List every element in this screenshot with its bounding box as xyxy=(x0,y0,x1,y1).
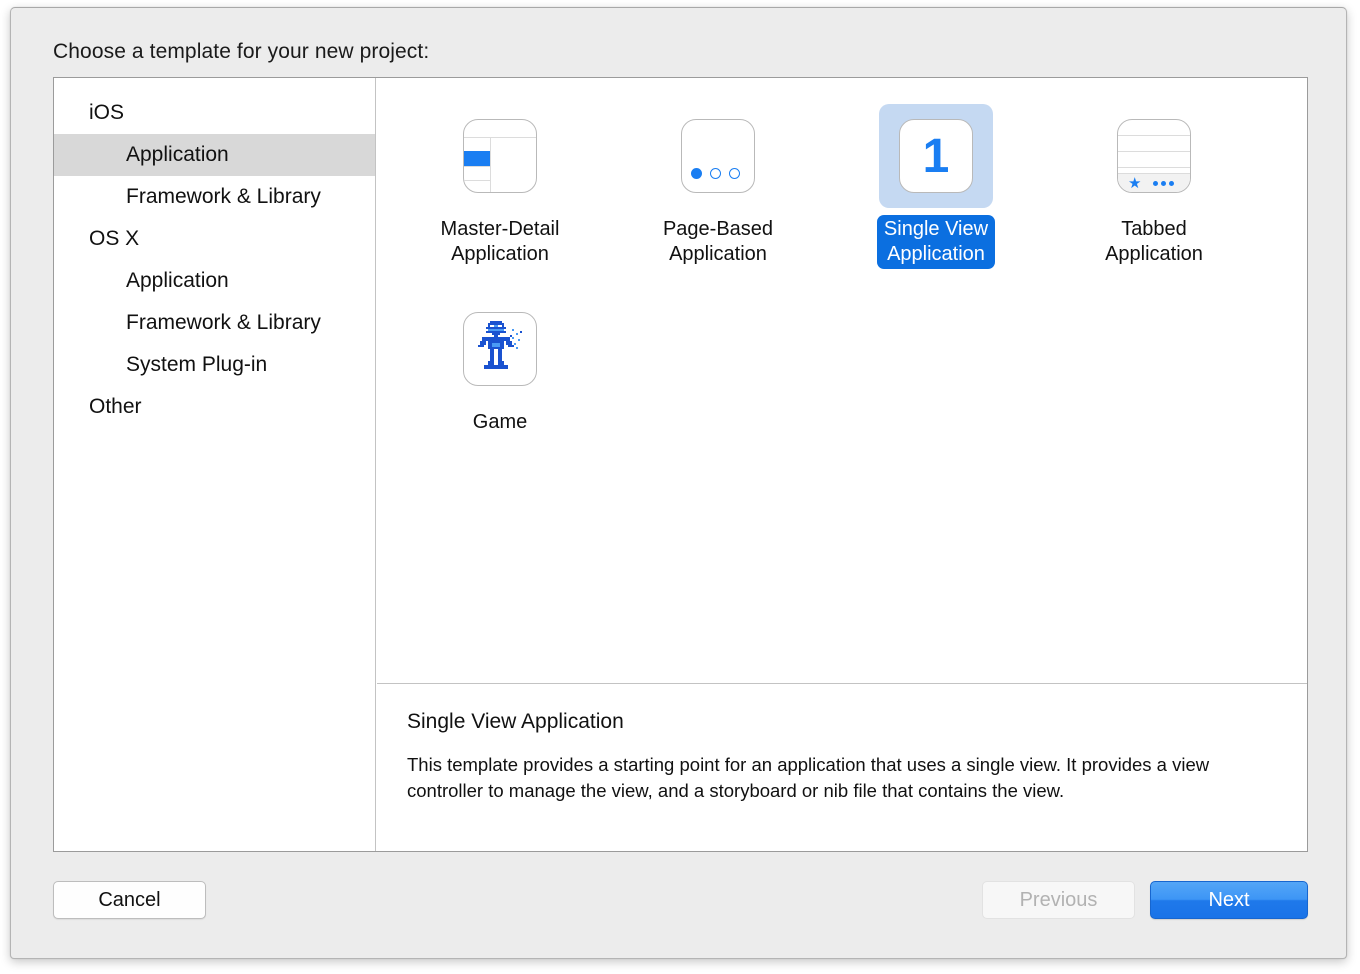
sidebar-item-label: Framework & Library xyxy=(126,311,321,334)
template-tile-tabbed-application[interactable]: ★ Tabbed Application xyxy=(1045,94,1263,287)
sidebar-item-other[interactable]: Other xyxy=(54,386,375,428)
star-icon: ★ xyxy=(1128,174,1142,192)
tab-bar: ★ xyxy=(1118,173,1190,192)
master-detail-l2-part xyxy=(464,180,490,181)
tab-dot xyxy=(1153,180,1159,186)
sidebar-item-label: System Plug-in xyxy=(126,353,268,376)
sidebar-item-system-plug-in[interactable]: System Plug-in xyxy=(54,344,375,386)
page-title: Choose a template for your new project: xyxy=(53,40,430,63)
template-icon-container xyxy=(661,104,775,208)
tabbed-content-line xyxy=(1118,167,1190,168)
sidebar-item-application[interactable]: Application xyxy=(54,134,375,176)
master-detail-sel-part xyxy=(464,151,490,166)
sidebar-item-framework-library[interactable]: Framework & Library xyxy=(54,176,375,218)
page-based-icon xyxy=(681,119,755,193)
template-tile-single-view-application[interactable]: 1 Single View Application xyxy=(827,94,1045,287)
tab-dot xyxy=(1169,180,1175,186)
more-dots-icon xyxy=(1153,180,1175,186)
page-dot xyxy=(710,168,721,179)
template-icon-container: 1 xyxy=(879,104,993,208)
sidebar-item-ios[interactable]: iOS xyxy=(54,92,375,134)
sidebar-item-label: Application xyxy=(126,143,229,166)
description-title: Single View Application xyxy=(407,710,624,733)
page-dot xyxy=(729,168,740,179)
single-view-number: 1 xyxy=(922,129,950,183)
template-tile-page-based-application[interactable]: Page-Based Application xyxy=(609,94,827,287)
next-button[interactable]: Next xyxy=(1150,881,1308,919)
template-label: Game xyxy=(472,411,528,433)
template-grid[interactable]: Master-Detail Application Page-Based Appl… xyxy=(377,78,1307,683)
tab-dot xyxy=(1161,180,1167,186)
new-project-template-dialog: Choose a template for your new project: … xyxy=(10,7,1347,959)
single-view-icon: 1 xyxy=(899,119,973,193)
description-body: This template provides a starting point … xyxy=(407,754,1210,801)
template-label: Master-Detail Application xyxy=(440,218,560,265)
game-robot-icon xyxy=(463,312,537,386)
template-tile-game[interactable]: Game xyxy=(391,287,609,480)
sidebar-item-label: Application xyxy=(126,269,229,292)
previous-button[interactable]: Previous xyxy=(982,881,1135,919)
master-detail-split-part xyxy=(490,137,491,192)
master-detail-head-part xyxy=(464,137,536,138)
master-detail-icon xyxy=(463,119,537,193)
sidebar-item-application[interactable]: Application xyxy=(54,260,375,302)
template-label: Page-Based Application xyxy=(662,218,774,265)
template-icon-container xyxy=(443,297,557,401)
robot-sprite xyxy=(478,321,522,369)
tabbed-icon: ★ xyxy=(1117,119,1191,193)
page-dot xyxy=(691,168,702,179)
sidebar-item-label: Framework & Library xyxy=(126,185,321,208)
page-dots xyxy=(691,168,740,179)
sidebar-item-framework-library[interactable]: Framework & Library xyxy=(54,302,375,344)
tabbed-content-line xyxy=(1118,151,1190,152)
cancel-button[interactable]: Cancel xyxy=(53,881,206,919)
template-description-pane: Single View Application This template pr… xyxy=(377,683,1307,851)
sidebar-item-label: OS X xyxy=(89,227,140,250)
platform-sidebar[interactable]: iOS Application Framework & Library OS X App… xyxy=(54,78,376,851)
template-icon-container: ★ xyxy=(1097,104,1211,208)
sidebar-item-label: iOS xyxy=(89,101,125,124)
template-chooser-panel: iOS Application Framework & Library OS X App… xyxy=(53,77,1308,852)
template-label: Tabbed Application xyxy=(1105,218,1203,265)
sidebar-item-os-x[interactable]: OS X xyxy=(54,218,375,260)
template-label: Single View Application xyxy=(876,215,996,269)
tabbed-content-line xyxy=(1118,135,1190,136)
master-detail-l1-part xyxy=(464,166,490,167)
sidebar-item-label: Other xyxy=(89,395,142,418)
template-tile-master-detail-application[interactable]: Master-Detail Application xyxy=(391,94,609,287)
template-icon-container xyxy=(443,104,557,208)
